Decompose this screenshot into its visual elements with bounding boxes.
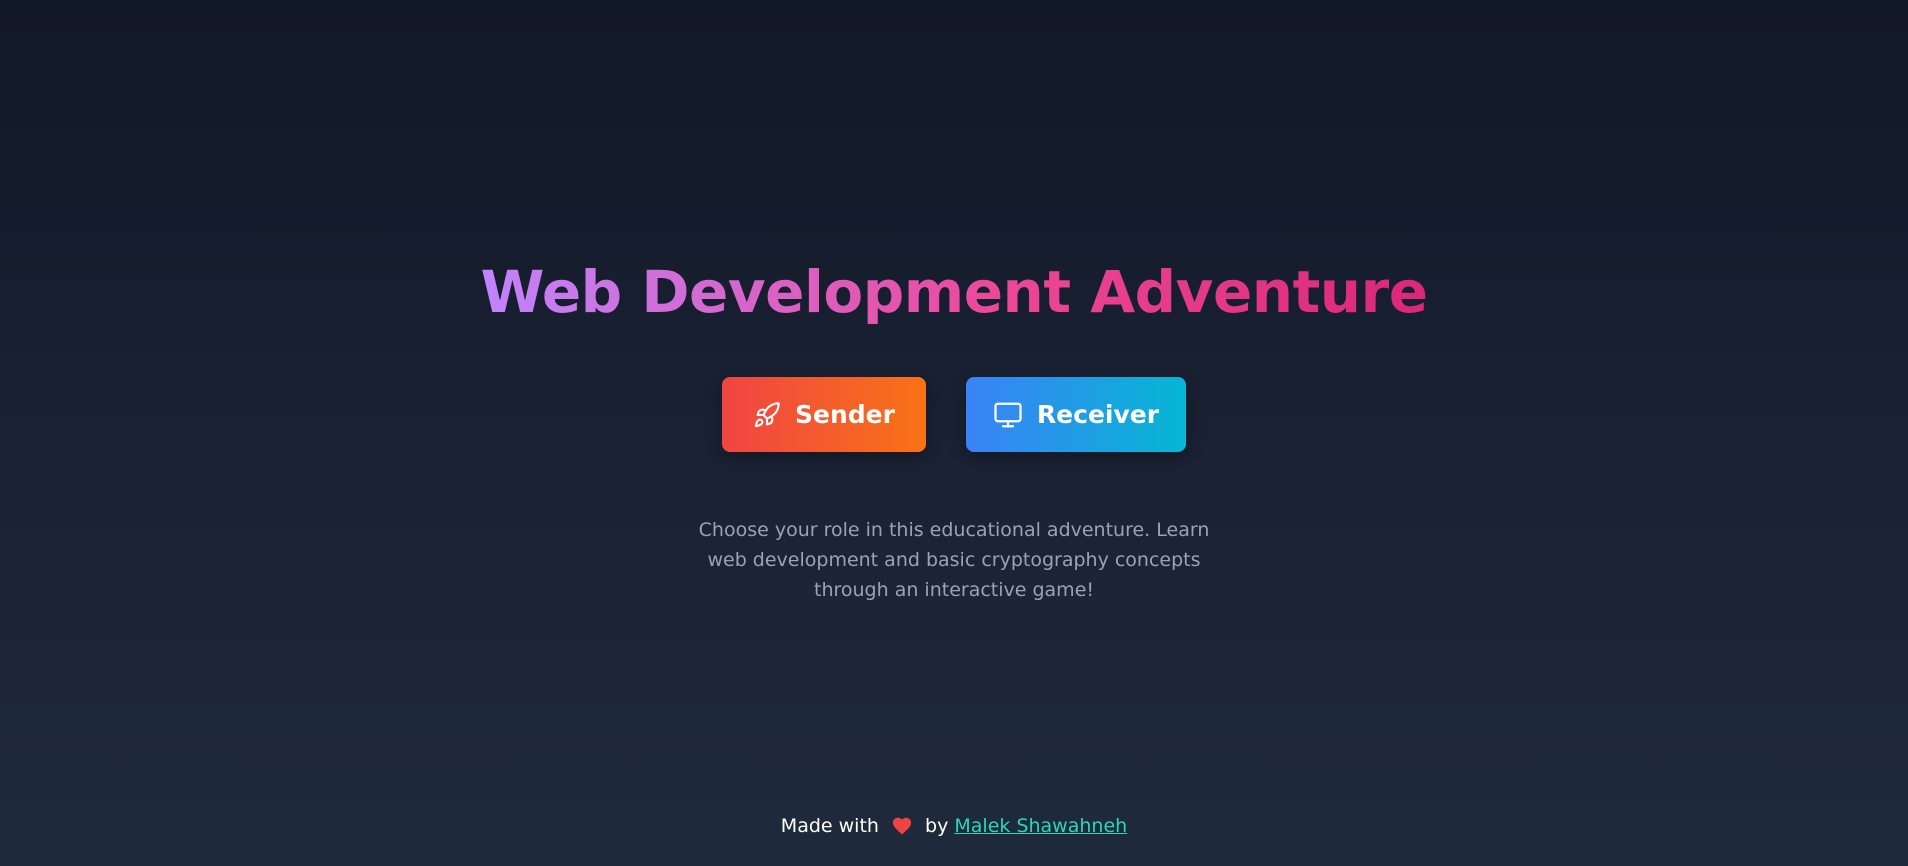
footer: Made with by Malek Shawahneh bbox=[0, 812, 1908, 843]
sender-button-label: Sender bbox=[795, 400, 895, 429]
rocket-icon bbox=[753, 401, 781, 429]
description-text: Choose your role in this educational adv… bbox=[698, 519, 1210, 601]
page-title-text: Web Development Adventure bbox=[480, 258, 1428, 326]
footer-made-with: Made with bbox=[780, 815, 879, 837]
heart-icon bbox=[891, 815, 913, 843]
receiver-button[interactable]: Receiver bbox=[966, 377, 1186, 452]
monitor-icon bbox=[993, 400, 1023, 430]
author-link[interactable]: Malek Shawahneh bbox=[954, 815, 1127, 837]
footer-by: by bbox=[925, 815, 949, 837]
page-title: Web Development Adventure bbox=[0, 252, 1908, 332]
sender-button[interactable]: Sender bbox=[722, 377, 926, 452]
role-buttons: Sender Receiver bbox=[0, 377, 1908, 452]
receiver-button-label: Receiver bbox=[1036, 400, 1160, 429]
